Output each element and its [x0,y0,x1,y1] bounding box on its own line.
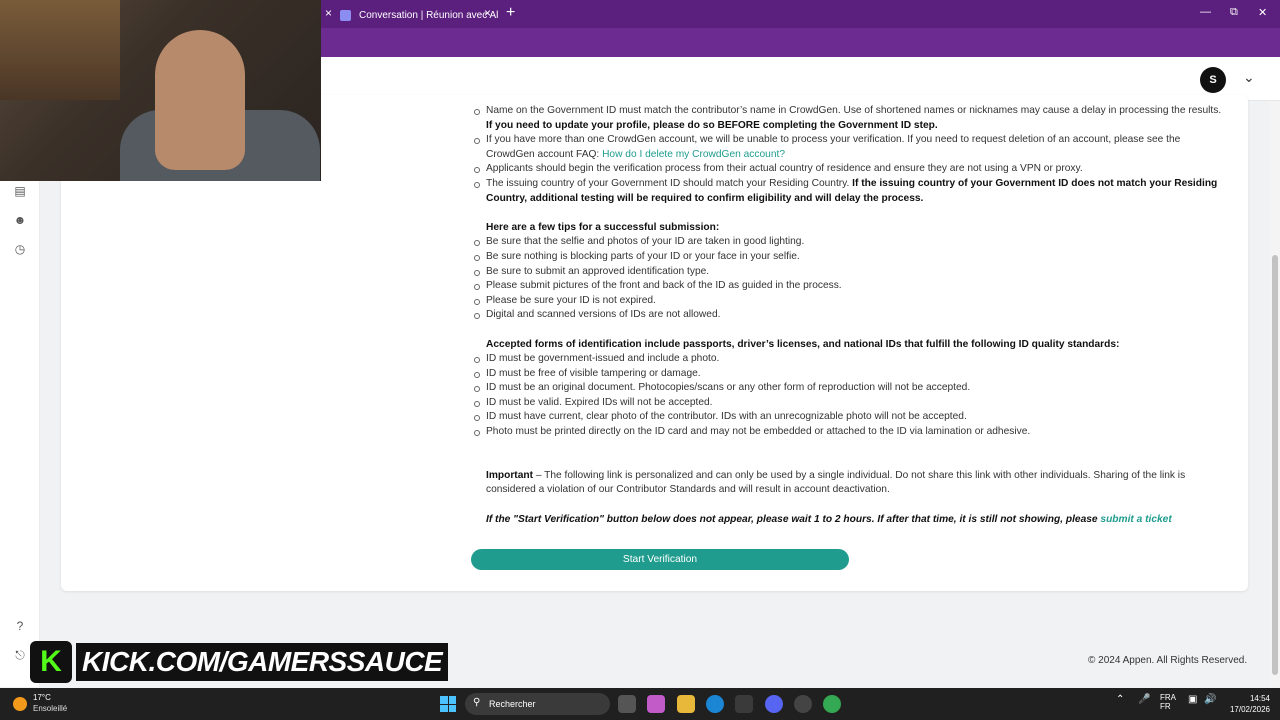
network-icon[interactable]: ▣ [1188,694,1197,705]
accepted-ids-heading: Accepted forms of identification include… [486,338,1120,350]
list-item: ID must have current, clear photo of the… [472,410,1222,425]
search-icon: ⚲ [473,697,481,708]
list-item: If you have more than one CrowdGen accou… [472,133,1222,162]
close-tab-icon[interactable]: × [325,6,332,20]
file-explorer-icon[interactable] [677,695,695,713]
list-item: Name on the Government ID must match the… [472,104,1222,133]
minimize-icon[interactable]: — [1200,6,1211,18]
list-item: Please be sure your ID is not expired. [472,294,1222,309]
list-item: Please submit pictures of the front and … [472,279,1222,294]
list-item: Digital and scanned versions of IDs are … [472,308,1222,323]
user-avatar[interactable]: S [1200,67,1226,93]
list-item: Be sure nothing is blocking parts of you… [472,250,1222,265]
delete-account-faq-link[interactable]: How do I delete my CrowdGen account? [602,149,785,160]
window-close-icon[interactable]: ✕ [1258,6,1267,19]
new-tab-button[interactable]: + [506,4,515,22]
list-item: ID must be government-issued and include… [472,352,1222,367]
tab-title: Conversation | Réunion avec Al [359,9,499,21]
list-item: ID must be valid. Expired IDs will not b… [472,396,1222,411]
volume-icon[interactable]: 🔊 [1204,694,1216,705]
start-verification-button[interactable]: Start Verification [471,549,849,570]
list-item: ID must be free of visible tampering or … [472,367,1222,382]
teams-favicon-icon [340,9,351,21]
submit-ticket-link[interactable]: submit a ticket [1100,514,1171,525]
wait-note: If the "Start Verification" button below… [486,513,1172,525]
system-clock[interactable]: 14:54 17/02/2026 [1226,693,1270,715]
obs-icon[interactable] [794,695,812,713]
list-item: Be sure that the selfie and photos of yo… [472,235,1222,250]
microphone-icon[interactable]: 🎤 [1138,694,1150,705]
help-icon[interactable]: ? [13,619,27,633]
user-icon[interactable]: ☻ [13,213,27,227]
accepted-ids-list: ID must be government-issued and include… [472,352,1222,440]
weather-description[interactable]: Ensoleillé [33,704,67,713]
kick-logo-icon: K [30,641,72,683]
start-menu-icon[interactable] [440,696,456,712]
kick-channel-text: KICK.COM/GAMERSSAUCE [76,643,449,681]
list-item: Applicants should begin the verification… [472,162,1222,177]
list-item: Be sure to submit an approved identifica… [472,265,1222,280]
scrollbar-thumb[interactable] [1272,255,1278,675]
dashboard-icon[interactable]: ▤ [13,184,27,198]
store-icon[interactable] [735,695,753,713]
list-item: ID must be an original document. Photoco… [472,381,1222,396]
weather-sun-icon[interactable] [13,697,27,711]
tray-overflow-icon[interactable]: ⌃ [1116,694,1124,705]
tips-heading: Here are a few tips for a successful sub… [486,221,720,233]
history-clock-icon[interactable]: ◷ [13,242,27,256]
kick-banner: K KICK.COM/GAMERSSAUCE [30,641,449,683]
webcam-overlay [0,0,321,181]
taskbar-search[interactable]: ⚲ Rechercher [465,693,610,715]
list-item: The issuing country of your Government I… [472,177,1222,206]
chevron-down-icon[interactable]: ⌄ [1243,69,1255,86]
left-sidebar: ▤ ☻ ◷ ? ⎋ [0,101,40,687]
discord-icon[interactable] [765,695,783,713]
tips-list: Be sure that the selfie and photos of yo… [472,235,1222,323]
requirements-list: Name on the Government ID must match the… [472,104,1222,206]
task-view-icon[interactable] [618,695,636,713]
input-language[interactable]: FRA FR [1160,693,1176,711]
list-item: Photo must be printed directly on the ID… [472,425,1222,440]
copyright-text: © 2024 Appen. All Rights Reserved. [1088,655,1248,666]
important-notice: Important – The following link is person… [486,469,1186,496]
chrome-icon[interactable] [823,695,841,713]
close-tab-icon[interactable]: × [484,6,491,20]
windows-taskbar: 17°C Ensoleillé ⚲ Rechercher ⌃ 🎤 FRA FR ▣… [0,688,1280,720]
verification-instructions: Name on the Government ID must match the… [472,104,1222,527]
tab-conversation[interactable]: Conversation | Réunion avec Al [340,3,500,27]
edge-icon[interactable] [706,695,724,713]
restore-icon[interactable]: ⧉ [1230,6,1238,19]
logout-icon[interactable]: ⎋ [13,648,27,662]
copilot-icon[interactable] [647,695,665,713]
weather-temperature[interactable]: 17°C [33,693,51,702]
